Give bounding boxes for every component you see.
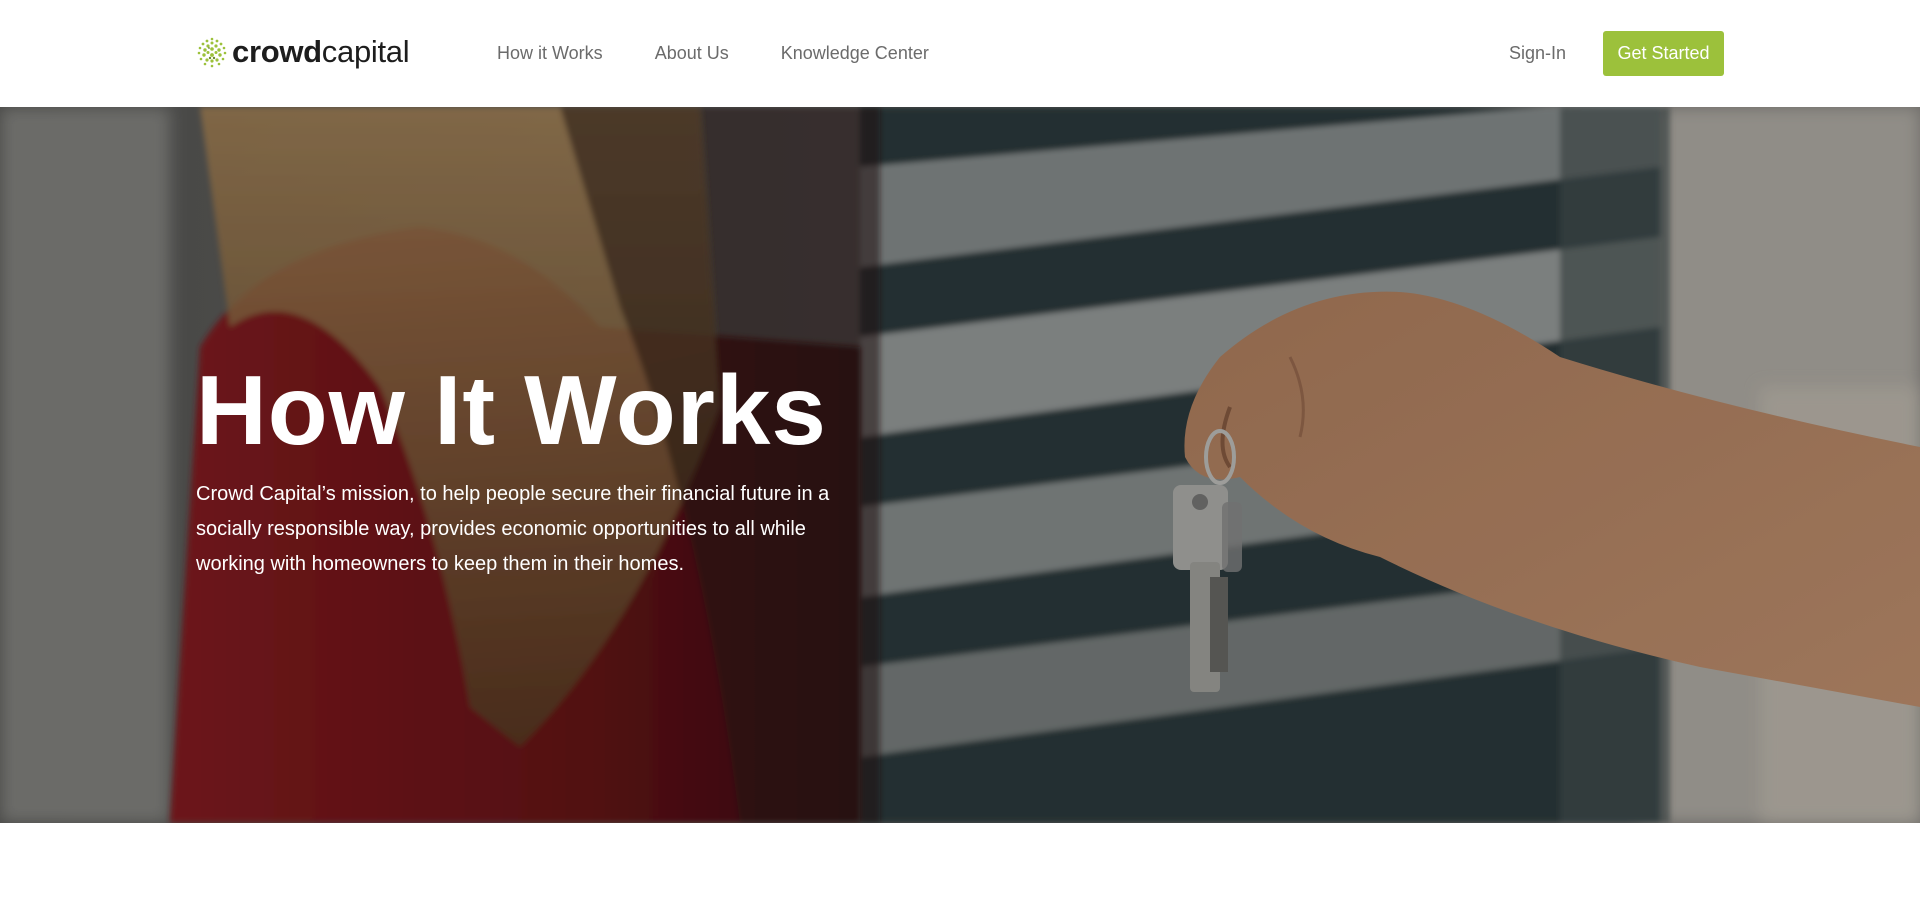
logo-word-light: capital bbox=[321, 34, 410, 69]
logo[interactable]: crowdcapital bbox=[196, 33, 410, 71]
nav-link-about-us[interactable]: About Us bbox=[655, 43, 729, 64]
content-section-below bbox=[0, 823, 1920, 900]
nav-link-how-it-works[interactable]: How it Works bbox=[497, 43, 603, 64]
hero-section: How It Works Crowd Capital’s mission, to… bbox=[0, 107, 1920, 823]
hero-title: How It Works bbox=[196, 355, 827, 465]
get-started-button[interactable]: Get Started bbox=[1603, 31, 1724, 76]
logo-word-bold: crowd bbox=[232, 34, 322, 69]
site-header: crowdcapital How it Works About Us Knowl… bbox=[0, 0, 1920, 107]
crowd-dots-logo-icon bbox=[197, 37, 227, 68]
hero-overlay bbox=[0, 107, 1920, 823]
hero-description: Crowd Capital’s mission, to help people … bbox=[196, 483, 830, 575]
main-nav: How it Works About Us Knowledge Center bbox=[497, 0, 981, 107]
sign-in-link[interactable]: Sign-In bbox=[1509, 0, 1566, 107]
nav-link-knowledge-center[interactable]: Knowledge Center bbox=[781, 43, 929, 64]
logo-wordmark: crowdcapital bbox=[232, 33, 410, 71]
